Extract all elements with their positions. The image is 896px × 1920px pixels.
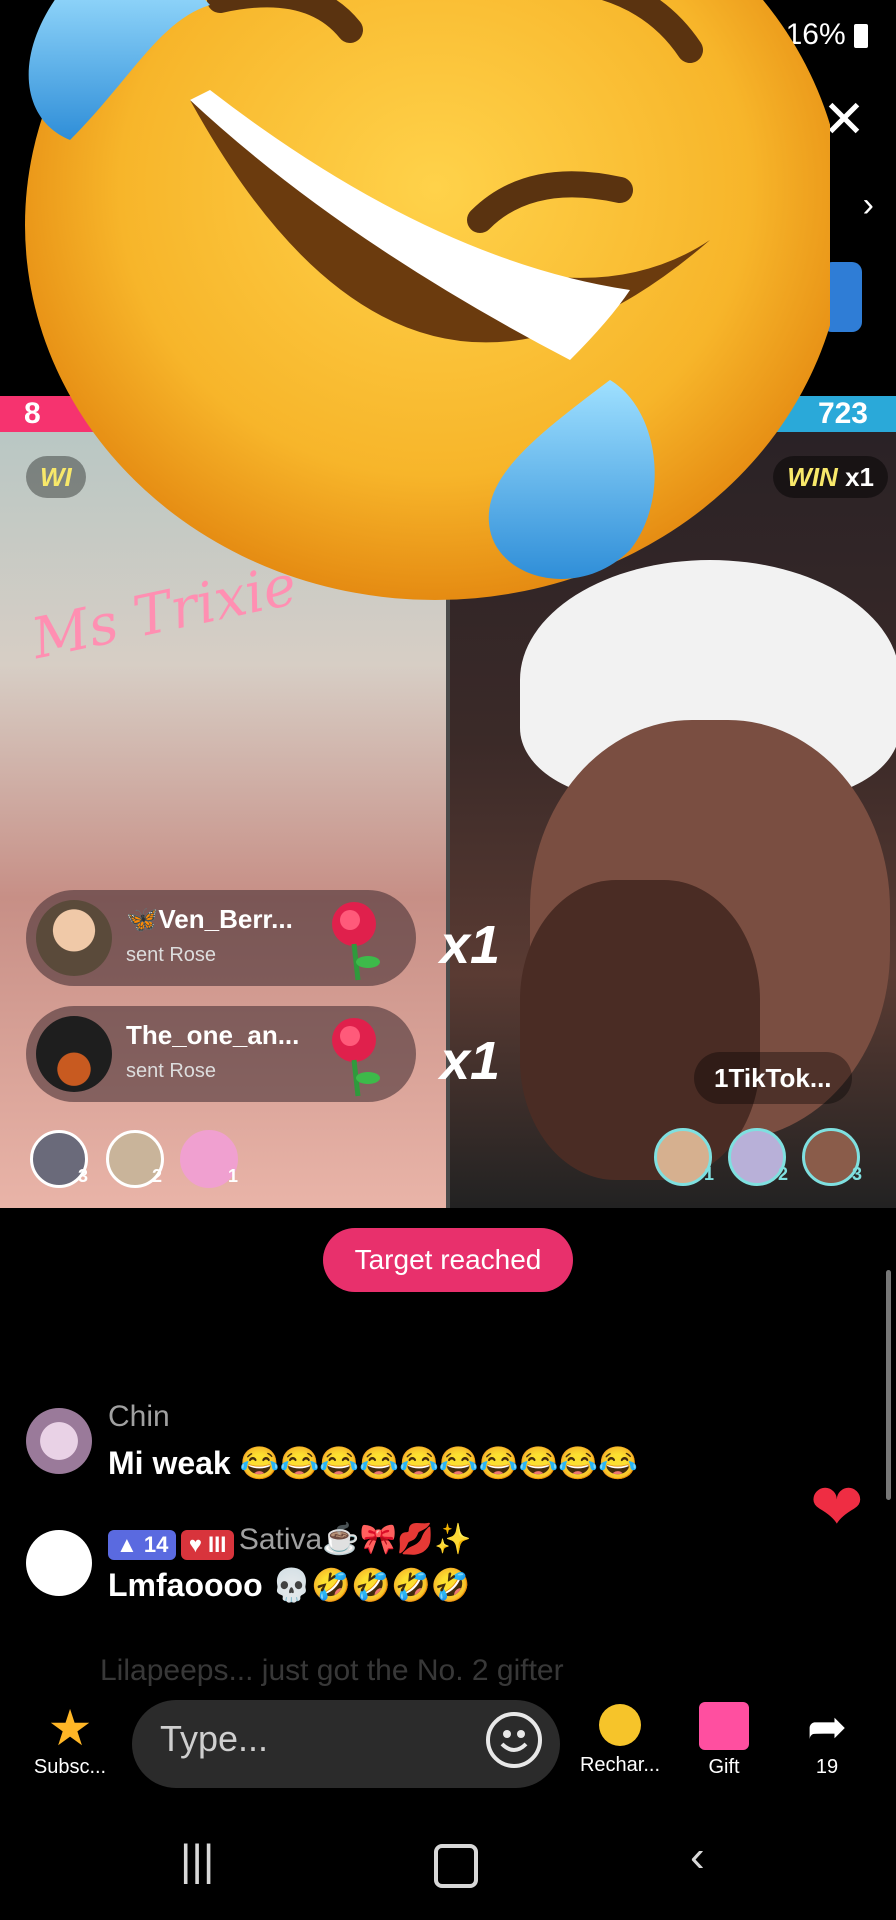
rose-icon bbox=[332, 902, 380, 981]
rank-number: 1 bbox=[228, 1166, 239, 1186]
chat-header: ▲ 14 ♥ III Sativa☕🎀💋✨ bbox=[108, 1522, 472, 1560]
level-badge: ▲ 14 bbox=[108, 1529, 177, 1560]
gifter-name: The_one_an... bbox=[126, 1020, 300, 1050]
rank-number: 1 bbox=[704, 1164, 715, 1184]
gift-action: sent Rose bbox=[126, 944, 217, 966]
share-button[interactable]: ➦ 19 bbox=[790, 1700, 864, 1779]
gift-button[interactable]: Gift bbox=[684, 1700, 764, 1779]
gift-notification: The_one_an... sent Rose bbox=[26, 1006, 416, 1102]
gift-label: Gift bbox=[708, 1756, 740, 1778]
gifter-avatar[interactable] bbox=[36, 1016, 112, 1092]
gift-action: sent Rose bbox=[126, 1060, 217, 1082]
share-count: 19 bbox=[815, 1756, 839, 1778]
video-hand bbox=[520, 880, 760, 1180]
chat-message: Lmfaoooo 💀🤣🤣🤣🤣 bbox=[108, 1567, 471, 1603]
star-icon: ★ bbox=[47, 1700, 93, 1756]
chat-scrollbar[interactable] bbox=[886, 1270, 891, 1500]
laughing-emoji-icon bbox=[25, 0, 830, 600]
chevron-right-icon[interactable]: › bbox=[863, 186, 874, 225]
subscribe-label: Subsc... bbox=[33, 1756, 107, 1778]
comment-placeholder: Type... bbox=[160, 1718, 269, 1759]
gift-count: x1 bbox=[440, 1031, 501, 1091]
chat-system-message: Lilapeeps... just got the No. 2 gifter bbox=[100, 1654, 564, 1687]
battery-icon bbox=[854, 24, 868, 49]
gifter-avatar[interactable] bbox=[36, 900, 112, 976]
fan-club-badge: ♥ III bbox=[180, 1529, 235, 1560]
chat-username[interactable]: Sativa☕🎀💋✨ bbox=[239, 1523, 472, 1556]
gift-count: x1 bbox=[440, 915, 501, 975]
subscribe-button[interactable]: ★ Subsc... bbox=[24, 1700, 116, 1779]
rank-number: 2 bbox=[152, 1166, 163, 1186]
gift-notification: 🦋Ven_Berr... sent Rose bbox=[26, 890, 416, 986]
chat-username[interactable]: Chin bbox=[108, 1400, 170, 1434]
emoji-picker-icon[interactable] bbox=[486, 1712, 542, 1768]
home-icon[interactable] bbox=[434, 1844, 478, 1888]
rank-number: 3 bbox=[78, 1166, 89, 1186]
recharge-label: Rechar... bbox=[579, 1754, 661, 1776]
rank-number: 2 bbox=[778, 1164, 789, 1184]
rank-number: 3 bbox=[852, 1164, 863, 1184]
share-icon: ➦ bbox=[806, 1701, 848, 1754]
chat-avatar[interactable] bbox=[26, 1408, 92, 1474]
rose-icon bbox=[332, 1018, 380, 1097]
heart-icon[interactable]: ❤ bbox=[810, 1470, 864, 1545]
target-reached-badge: Target reached bbox=[323, 1228, 573, 1292]
back-icon[interactable]: ‹ bbox=[690, 1832, 705, 1882]
win-multiplier: x1 bbox=[845, 462, 874, 492]
coin-icon bbox=[599, 1704, 641, 1746]
gifter-name: 🦋Ven_Berr... bbox=[126, 904, 293, 934]
recharge-button[interactable]: Rechar... bbox=[574, 1704, 666, 1777]
recent-apps-icon[interactable]: ||| bbox=[180, 1836, 214, 1886]
chat-message: Mi weak 😂😂😂😂😂😂😂😂😂😂 bbox=[108, 1445, 639, 1481]
host-name-tag[interactable]: 1TikTok... bbox=[694, 1052, 852, 1104]
chat-avatar[interactable] bbox=[26, 1530, 92, 1596]
gift-icon bbox=[699, 1702, 749, 1750]
